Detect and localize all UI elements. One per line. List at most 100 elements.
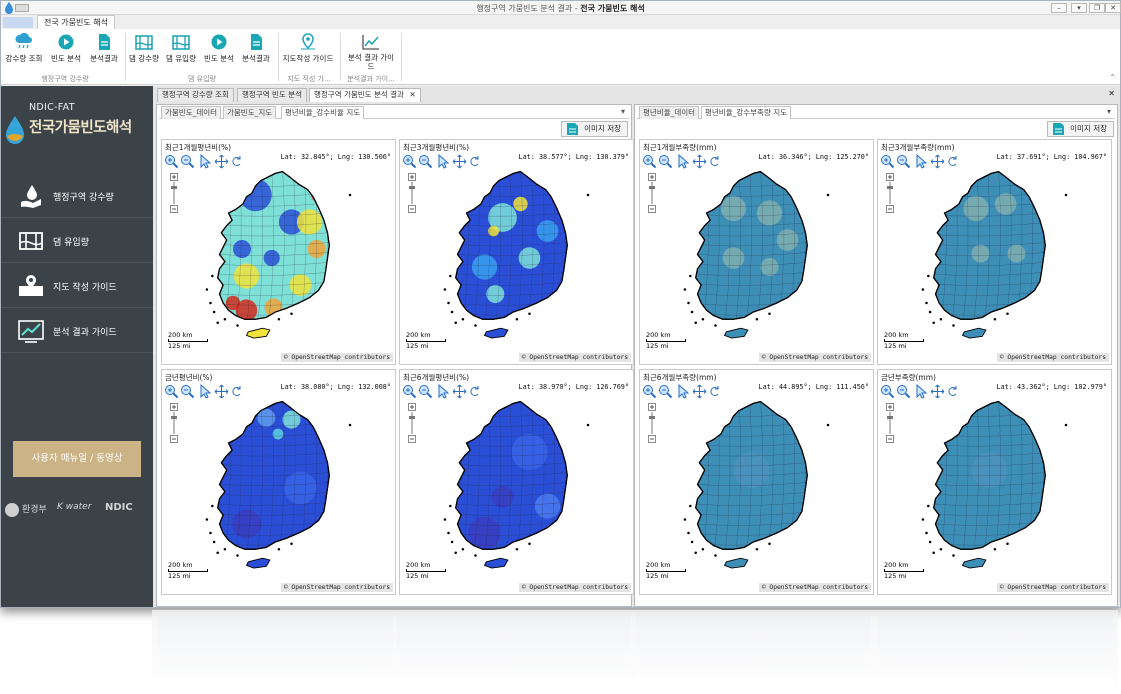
- korea-choropleth-map[interactable]: [182, 398, 392, 578]
- korea-choropleth-map[interactable]: [898, 398, 1108, 578]
- zoom-in-icon[interactable]: [164, 154, 179, 169]
- map-guide-button[interactable]: 지도작성 가이드: [280, 33, 336, 64]
- pointer-icon[interactable]: [914, 153, 929, 169]
- korea-choropleth-map[interactable]: [898, 168, 1108, 348]
- zoom-out-icon[interactable]: [180, 154, 195, 169]
- zoom-slider[interactable]: [648, 173, 656, 213]
- pan-icon[interactable]: [452, 154, 467, 169]
- zoom-out-icon[interactable]: [896, 154, 911, 169]
- zoom-out-icon[interactable]: [658, 154, 673, 169]
- map-attribution[interactable]: © OpenStreetMap contributors: [280, 583, 393, 592]
- zoom-in-icon[interactable]: [880, 384, 895, 399]
- refresh-icon[interactable]: [470, 154, 480, 169]
- sidebar-item-map-guide[interactable]: 지도 작성 가이드: [1, 264, 153, 308]
- pointer-icon[interactable]: [436, 153, 451, 169]
- sidebar-item-rainfall[interactable]: 행정구역 강수량: [1, 174, 153, 218]
- dam-rain-button[interactable]: 댐 강수량: [127, 33, 161, 64]
- tab-rainfall-query[interactable]: 행정구역 강수량 조회: [157, 88, 234, 102]
- tab-freq-analysis[interactable]: 행정구역 빈도 분석: [237, 88, 307, 102]
- close-button[interactable]: ✕: [1105, 3, 1121, 13]
- file-menu-button[interactable]: [3, 17, 33, 28]
- zoom-slider[interactable]: [886, 403, 894, 443]
- zoom-out-icon[interactable]: [896, 384, 911, 399]
- scale-mi: 125 mi: [884, 572, 907, 580]
- zoom-slider[interactable]: [886, 173, 894, 213]
- save-image-button[interactable]: 이미지 저장: [1047, 121, 1114, 137]
- refresh-icon[interactable]: [470, 384, 480, 399]
- map-attribution[interactable]: © OpenStreetMap contributors: [996, 353, 1109, 362]
- close-all-icon[interactable]: ✕: [1108, 89, 1115, 98]
- zoom-in-icon[interactable]: [880, 154, 895, 169]
- minimize-button[interactable]: –: [1051, 3, 1067, 13]
- sidebar-item-dam-inflow[interactable]: 댐 유입량: [1, 219, 153, 263]
- pan-icon[interactable]: [214, 154, 229, 169]
- sidebar-item-result-guide[interactable]: 분석 결과 가이드: [1, 309, 153, 353]
- zoom-in-icon[interactable]: [642, 154, 657, 169]
- zoom-out-icon[interactable]: [418, 154, 433, 169]
- ribbon-tab-main[interactable]: 전국 가뭄빈도 해석: [37, 15, 115, 29]
- map-attribution[interactable]: © OpenStreetMap contributors: [518, 353, 631, 362]
- zoom-out-icon[interactable]: [180, 384, 195, 399]
- rain-query-button[interactable]: 강수량 조회: [4, 33, 44, 64]
- map-attribution[interactable]: © OpenStreetMap contributors: [518, 583, 631, 592]
- map-attribution[interactable]: © OpenStreetMap contributors: [280, 353, 393, 362]
- pointer-icon[interactable]: [676, 153, 691, 169]
- pointer-icon[interactable]: [198, 383, 213, 399]
- refresh-icon[interactable]: [232, 154, 242, 169]
- refresh-icon[interactable]: [948, 154, 958, 169]
- pointer-icon[interactable]: [676, 383, 691, 399]
- zoom-in-icon[interactable]: [402, 384, 417, 399]
- pan-icon[interactable]: [214, 384, 229, 399]
- refresh-icon[interactable]: [948, 384, 958, 399]
- zoom-slider[interactable]: [170, 173, 178, 213]
- tab-drought-data[interactable]: 가뭄빈도_데이터: [161, 106, 222, 119]
- zoom-out-icon[interactable]: [658, 384, 673, 399]
- korea-choropleth-map[interactable]: [660, 168, 870, 348]
- map-attribution[interactable]: © OpenStreetMap contributors: [758, 583, 871, 592]
- zoom-in-icon[interactable]: [164, 384, 179, 399]
- tab-drought-result[interactable]: 행정구역 가뭄빈도 분석 결과 ✕: [309, 88, 421, 102]
- tab-dropdown-icon[interactable]: ▾: [1107, 107, 1111, 116]
- settings-button[interactable]: ▾: [1071, 3, 1087, 13]
- dam-inflow-button[interactable]: 댐 유입량: [163, 33, 199, 64]
- refresh-icon[interactable]: [232, 384, 242, 399]
- pan-icon[interactable]: [930, 384, 945, 399]
- pan-icon[interactable]: [692, 384, 707, 399]
- pan-icon[interactable]: [452, 384, 467, 399]
- dam-freq-analysis-button[interactable]: 빈도 분석: [201, 33, 237, 64]
- zoom-out-icon[interactable]: [418, 384, 433, 399]
- collapse-ribbon-icon[interactable]: ⌃: [1109, 73, 1116, 82]
- refresh-icon[interactable]: [710, 154, 720, 169]
- pan-icon[interactable]: [692, 154, 707, 169]
- tab-deficit-map[interactable]: 평년비율_강수부족량 지도: [701, 106, 792, 119]
- korea-choropleth-map[interactable]: [182, 168, 392, 348]
- zoom-in-icon[interactable]: [402, 154, 417, 169]
- pointer-icon[interactable]: [198, 153, 213, 169]
- zoom-in-icon[interactable]: [642, 384, 657, 399]
- save-image-button[interactable]: 이미지 저장: [561, 121, 628, 137]
- pointer-icon[interactable]: [436, 383, 451, 399]
- result-button[interactable]: 분석결과: [87, 33, 121, 64]
- korea-choropleth-map[interactable]: [420, 168, 630, 348]
- zoom-slider[interactable]: [408, 403, 416, 443]
- zoom-slider[interactable]: [408, 173, 416, 213]
- korea-choropleth-map[interactable]: [660, 398, 870, 578]
- map-attribution[interactable]: © OpenStreetMap contributors: [758, 353, 871, 362]
- tab-drought-map[interactable]: 가뭄빈도_지도: [223, 106, 277, 119]
- tab-dropdown-icon[interactable]: ▾: [621, 107, 625, 116]
- pan-icon[interactable]: [930, 154, 945, 169]
- user-manual-button[interactable]: 사용자 매뉴얼 / 동영상: [13, 441, 141, 477]
- zoom-slider[interactable]: [170, 403, 178, 443]
- freq-analysis-button[interactable]: 빈도 분석: [47, 33, 85, 64]
- result-guide-button[interactable]: 분석 결과 가이드: [346, 33, 396, 71]
- zoom-slider[interactable]: [648, 403, 656, 443]
- map-attribution[interactable]: © OpenStreetMap contributors: [996, 583, 1109, 592]
- tab-ratio-map[interactable]: 평년비율_강수비율 지도: [281, 106, 365, 119]
- dam-result-button[interactable]: 분석결과: [239, 33, 273, 64]
- pointer-icon[interactable]: [914, 383, 929, 399]
- maximize-button[interactable]: ❐: [1089, 3, 1105, 13]
- close-tab-icon[interactable]: ✕: [409, 90, 415, 99]
- refresh-icon[interactable]: [710, 384, 720, 399]
- tab-ratio-data[interactable]: 평년비율_데이터: [639, 106, 700, 119]
- korea-choropleth-map[interactable]: [420, 398, 630, 578]
